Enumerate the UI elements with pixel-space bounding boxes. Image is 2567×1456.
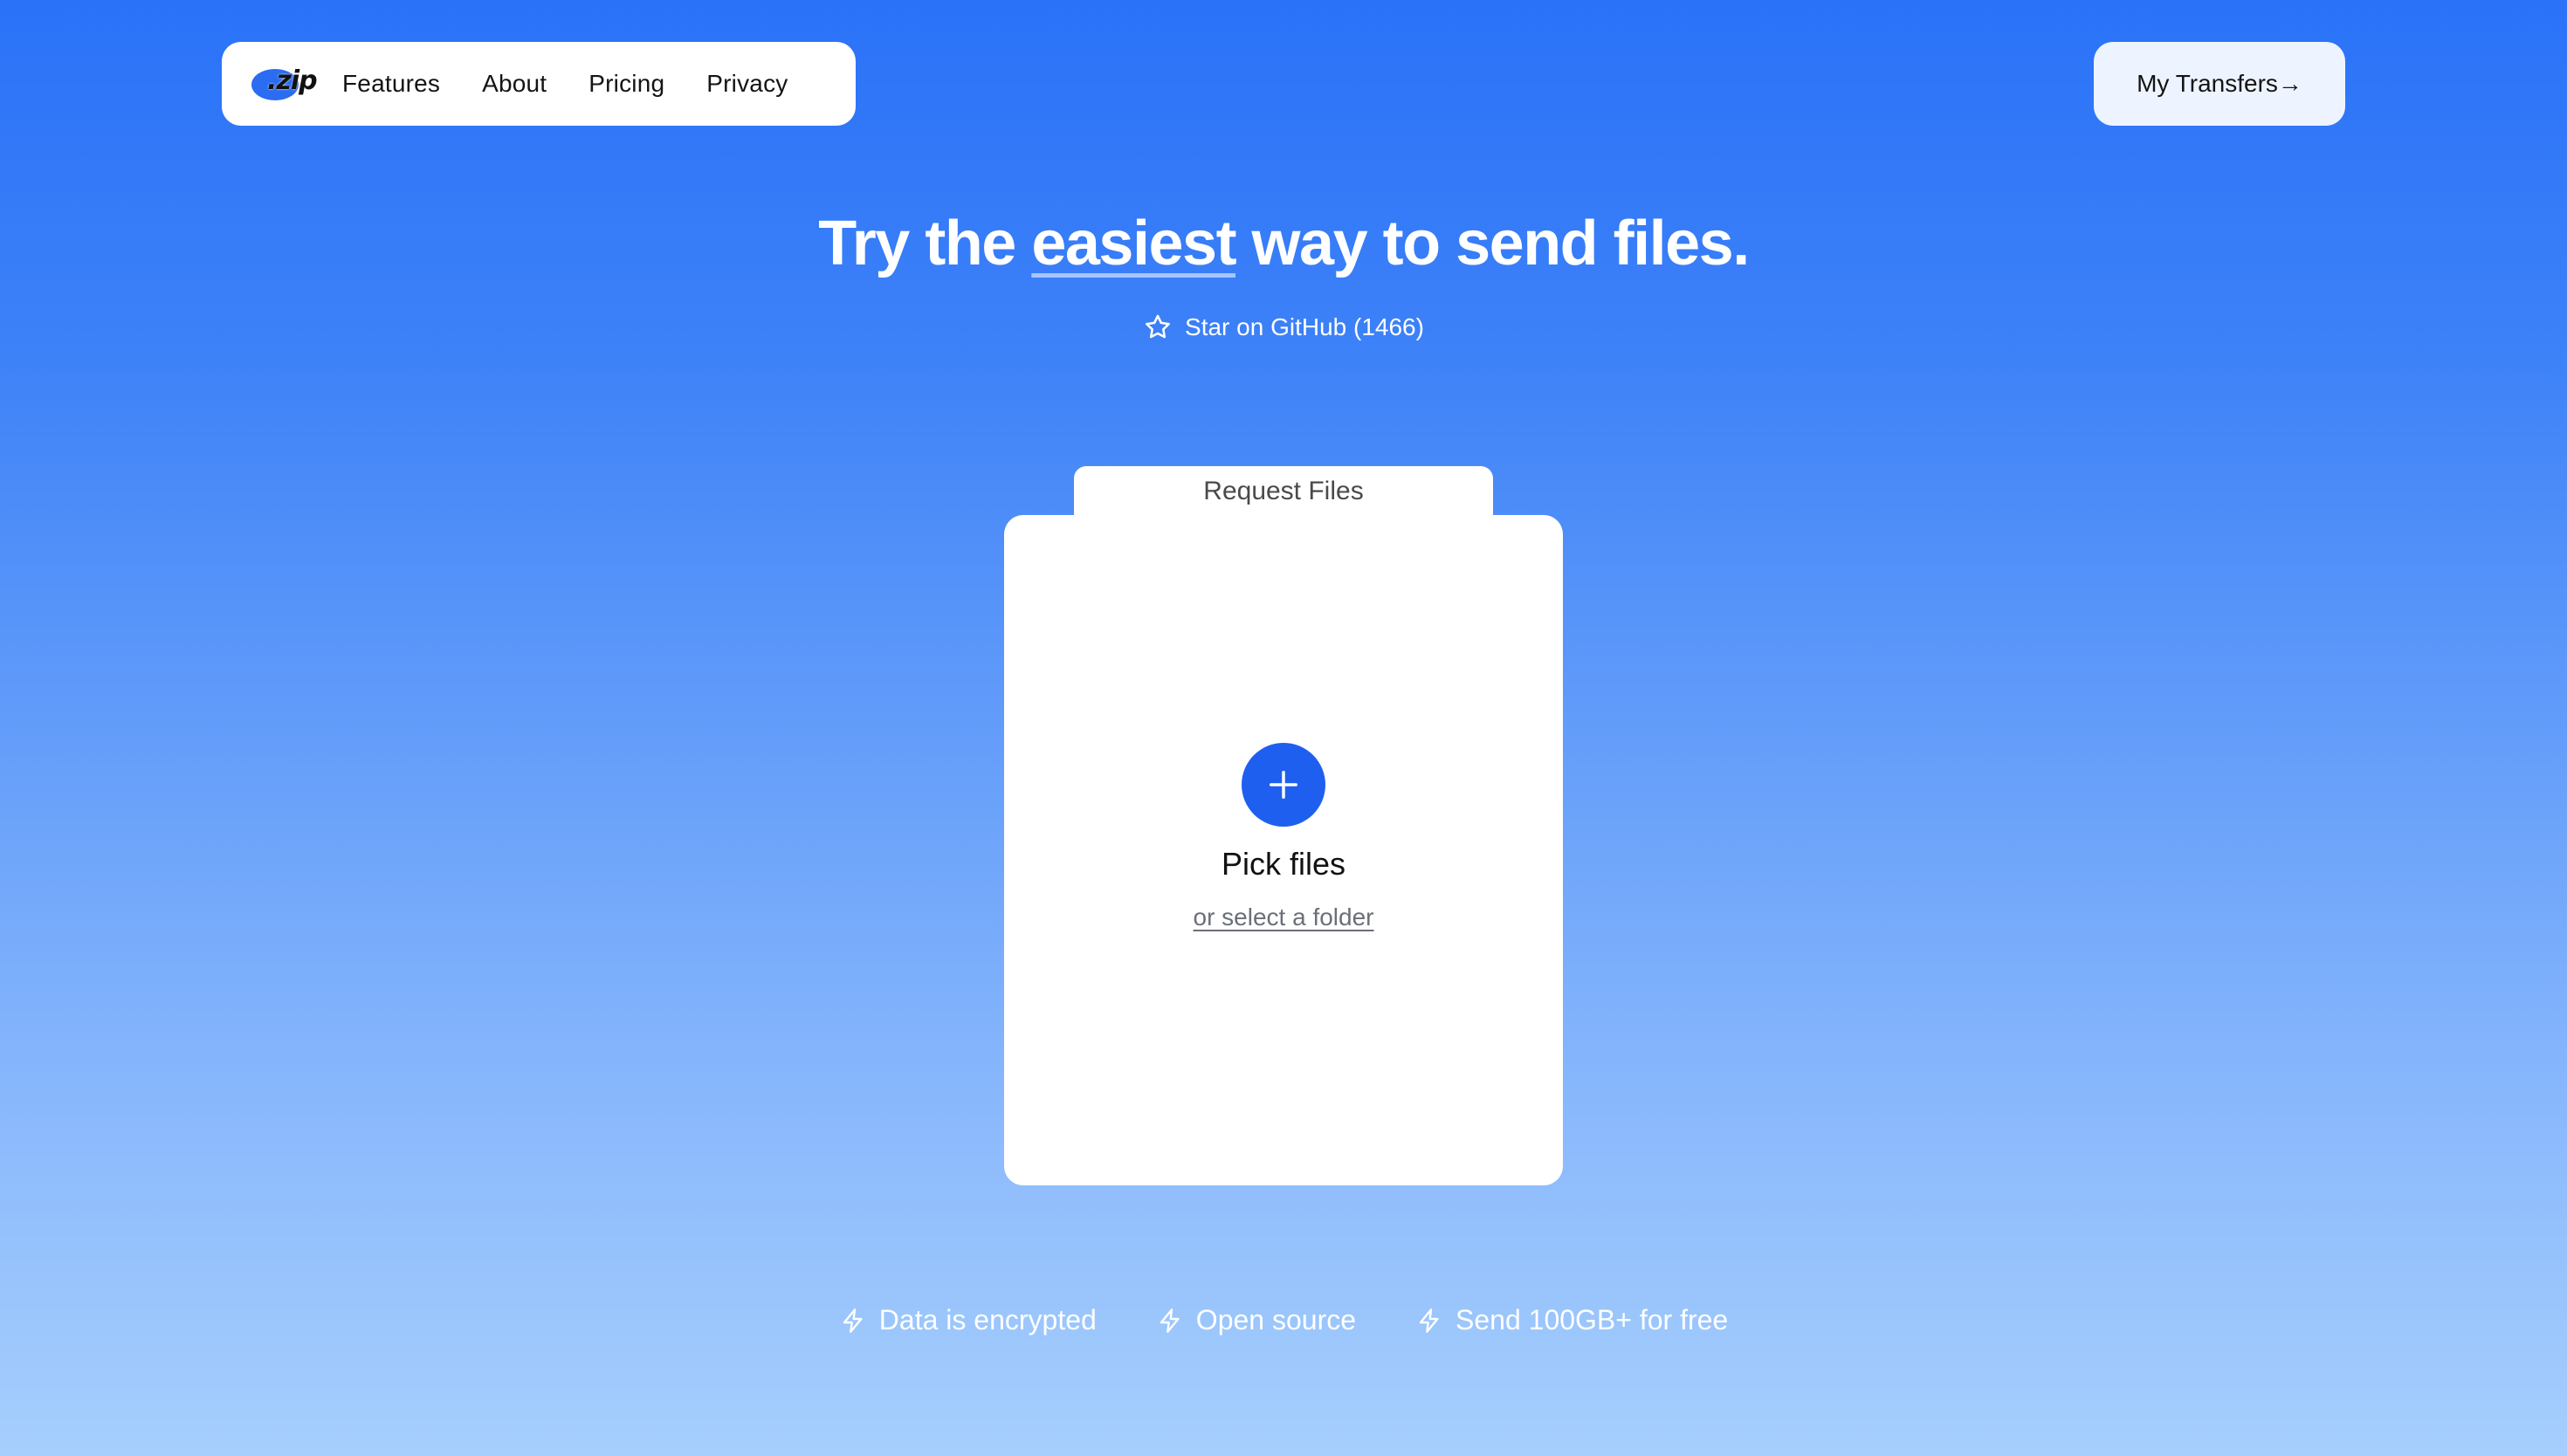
my-transfers-button[interactable]: My Transfers→ bbox=[2094, 42, 2345, 126]
logo[interactable]: .zip bbox=[251, 64, 318, 104]
feature-label: Send 100GB+ for free bbox=[1456, 1304, 1729, 1336]
nav-link-features[interactable]: Features bbox=[342, 70, 440, 98]
request-files-tab[interactable]: Request Files bbox=[1074, 466, 1493, 517]
github-star-link[interactable]: Star on GitHub (1466) bbox=[1143, 312, 1424, 342]
nav-link-about[interactable]: About bbox=[482, 70, 547, 98]
bolt-icon bbox=[1419, 1308, 1439, 1333]
github-star-link-row: Star on GitHub (1466) bbox=[0, 312, 2567, 342]
feature-item: Open source bbox=[1156, 1304, 1356, 1336]
bolt-icon bbox=[1160, 1308, 1180, 1333]
hero-title-prefix: Try the bbox=[818, 209, 1032, 278]
github-star-label: Star on GitHub (1466) bbox=[1185, 313, 1424, 340]
feature-label: Open source bbox=[1195, 1304, 1357, 1336]
feature-list: Data is encrypted Open source Send 100GB… bbox=[0, 1304, 2567, 1336]
hero-title-emphasis: easiest bbox=[1031, 209, 1236, 278]
nav-link-privacy[interactable]: Privacy bbox=[706, 70, 788, 98]
feature-item: Send 100GB+ for free bbox=[1415, 1304, 1728, 1336]
hero-title-suffix: way to send files. bbox=[1235, 209, 1751, 278]
bolt-icon bbox=[843, 1308, 863, 1333]
main-nav: .zip Features About Pricing Privacy bbox=[222, 42, 856, 126]
feature-item: Data is encrypted bbox=[839, 1304, 1097, 1336]
plus-icon bbox=[1270, 771, 1297, 799]
hero-title: Try the easiest way to send files. bbox=[0, 208, 2567, 279]
pick-files-label[interactable]: Pick files bbox=[1222, 846, 1345, 883]
star-icon bbox=[1146, 314, 1170, 339]
upload-dropzone[interactable]: Pick files or select a folder bbox=[1004, 515, 1563, 1185]
feature-label: Data is encrypted bbox=[878, 1304, 1097, 1336]
nav-link-pricing[interactable]: Pricing bbox=[588, 70, 664, 98]
logo-text: .zip bbox=[267, 65, 318, 96]
add-files-button[interactable] bbox=[1242, 743, 1325, 827]
select-folder-link[interactable]: or select a folder bbox=[1194, 903, 1374, 931]
